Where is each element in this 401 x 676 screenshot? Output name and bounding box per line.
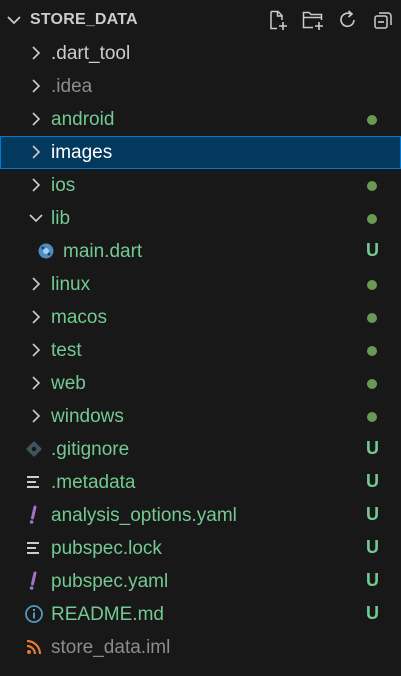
chevron-right-icon[interactable] — [26, 406, 46, 426]
chevron-right-icon[interactable] — [26, 307, 46, 327]
tree-item-label: .idea — [51, 76, 93, 97]
new-file-icon[interactable] — [266, 8, 290, 32]
file-row[interactable]: pubspec.yaml U — [0, 565, 401, 598]
chevron-right-icon[interactable] — [26, 373, 46, 393]
tree-item-label: pubspec.yaml — [51, 571, 169, 592]
tree-item-label: windows — [51, 406, 124, 427]
tree-item-label: web — [51, 373, 86, 394]
info-icon — [24, 604, 44, 624]
chevron-down-icon[interactable] — [26, 208, 46, 228]
file-row[interactable]: pubspec.lock U — [0, 532, 401, 565]
new-folder-icon[interactable] — [301, 8, 325, 32]
git-status-dot — [367, 280, 377, 290]
git-status-dot — [367, 346, 377, 356]
tree-item-label: store_data.iml — [51, 637, 171, 658]
explorer-header[interactable]: STORE_DATA — [0, 0, 401, 40]
git-status-dot — [367, 115, 377, 125]
git-status-badge: U — [366, 537, 379, 557]
git-icon — [24, 439, 44, 459]
file-row[interactable]: main.dart U — [0, 235, 401, 268]
tree-item-label: macos — [51, 307, 107, 328]
git-status-badge: U — [366, 438, 379, 458]
folder-row[interactable]: lib — [0, 202, 401, 235]
git-status-badge: U — [366, 570, 379, 590]
file-row[interactable]: .gitignore U — [0, 433, 401, 466]
folder-row[interactable]: linux — [0, 268, 401, 301]
tree-item-label: images — [51, 142, 113, 163]
git-status-dot — [367, 412, 377, 422]
lines-icon — [24, 472, 44, 492]
git-status-dot — [367, 379, 377, 389]
yaml-icon — [24, 505, 44, 525]
tree-item-label: main.dart — [63, 241, 143, 262]
rss-icon — [24, 637, 44, 657]
explorer-panel: STORE_DATA .dart_tool .idea android imag… — [0, 0, 401, 676]
file-row[interactable]: README.md U — [0, 598, 401, 631]
dart-icon — [36, 241, 56, 261]
yaml-icon — [24, 571, 44, 591]
folder-row[interactable]: windows — [0, 400, 401, 433]
tree-item-label: README.md — [51, 604, 164, 625]
folder-row[interactable]: macos — [0, 301, 401, 334]
explorer-title: STORE_DATA — [30, 11, 138, 28]
chevron-right-icon[interactable] — [26, 274, 46, 294]
folder-row[interactable]: images — [0, 136, 401, 169]
explorer-actions — [266, 8, 395, 32]
tree-item-label: test — [51, 340, 82, 361]
chevron-right-icon[interactable] — [26, 109, 46, 129]
git-status-badge: U — [366, 603, 379, 623]
tree-item-label: lib — [51, 208, 71, 229]
tree-item-label: .dart_tool — [51, 43, 131, 64]
git-status-dot — [367, 214, 377, 224]
tree-item-label: .gitignore — [51, 439, 130, 460]
tree-item-label: analysis_options.yaml — [51, 505, 237, 526]
lines-icon — [24, 538, 44, 558]
tree-item-label: pubspec.lock — [51, 538, 162, 559]
git-status-dot — [367, 181, 377, 191]
collapse-all-icon[interactable] — [371, 8, 395, 32]
tree-item-label: linux — [51, 274, 91, 295]
folder-row[interactable]: test — [0, 334, 401, 367]
file-row[interactable]: analysis_options.yaml U — [0, 499, 401, 532]
tree-item-label: .metadata — [51, 472, 136, 493]
tree-item-label: android — [51, 109, 115, 130]
chevron-right-icon[interactable] — [26, 175, 46, 195]
git-status-badge: U — [366, 504, 379, 524]
folder-row[interactable]: ios — [0, 169, 401, 202]
chevron-down-icon[interactable] — [4, 10, 24, 30]
folder-row[interactable]: android — [0, 103, 401, 136]
git-status-badge: U — [366, 240, 379, 260]
refresh-icon[interactable] — [336, 8, 360, 32]
tree-item-label: ios — [51, 175, 76, 196]
chevron-right-icon[interactable] — [26, 76, 46, 96]
file-row[interactable]: store_data.iml — [0, 631, 401, 664]
folder-row[interactable]: web — [0, 367, 401, 400]
folder-row[interactable]: .dart_tool — [0, 37, 401, 70]
chevron-right-icon[interactable] — [26, 43, 46, 63]
chevron-right-icon[interactable] — [26, 142, 46, 162]
file-row[interactable]: .metadata U — [0, 466, 401, 499]
chevron-right-icon[interactable] — [26, 340, 46, 360]
folder-row[interactable]: .idea — [0, 70, 401, 103]
git-status-badge: U — [366, 471, 379, 491]
git-status-dot — [367, 313, 377, 323]
file-tree: .dart_tool .idea android images ios lib main.d… — [0, 37, 401, 664]
